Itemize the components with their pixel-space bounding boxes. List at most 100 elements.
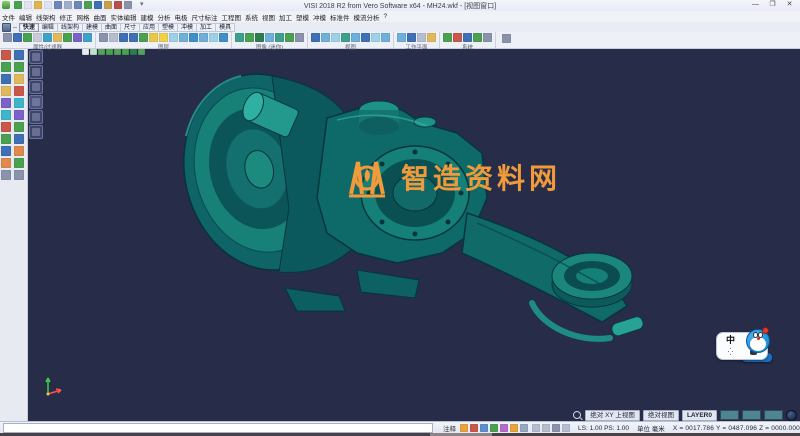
quick-access-icon[interactable] — [74, 1, 82, 9]
tool-icon[interactable] — [189, 33, 198, 42]
tool-icon[interactable] — [397, 33, 406, 42]
tool-icon[interactable] — [23, 33, 32, 42]
tool-icon[interactable] — [139, 33, 148, 42]
tool-icon[interactable] — [99, 33, 108, 42]
tool-icon[interactable] — [14, 74, 24, 84]
tool-icon[interactable] — [427, 33, 436, 42]
viewport-tool-icon[interactable] — [29, 125, 43, 139]
tool-icon[interactable] — [285, 33, 294, 42]
menu-item[interactable]: 标准件 — [328, 12, 352, 22]
menu-item[interactable]: 冲模 — [311, 12, 328, 22]
viewport-3d[interactable]: 智造资料网 — [27, 48, 800, 421]
view-toggle-icon[interactable] — [532, 424, 541, 432]
tool-icon[interactable] — [119, 33, 128, 42]
menu-item[interactable]: 系统 — [243, 12, 260, 22]
quick-access-icon[interactable] — [124, 1, 132, 9]
tool-icon[interactable] — [109, 33, 118, 42]
ribbon-tab[interactable]: 应用 — [140, 22, 160, 32]
menu-item[interactable]: 网格 — [75, 12, 92, 22]
snap-icon[interactable] — [470, 424, 479, 432]
tool-icon[interactable] — [407, 33, 416, 42]
tool-icon[interactable] — [1, 146, 11, 156]
tool-icon[interactable] — [83, 33, 92, 42]
ribbon-tab[interactable]: 冲模 — [178, 22, 198, 32]
quick-access-icon[interactable] — [114, 1, 122, 9]
tool-icon[interactable] — [235, 33, 244, 42]
menu-item[interactable]: 实体编辑 — [109, 12, 139, 22]
tool-icon[interactable] — [1, 50, 11, 60]
quick-access-icon[interactable] — [14, 1, 22, 9]
menu-item[interactable]: 编辑 — [17, 12, 34, 22]
viewport-tool-icon[interactable] — [29, 50, 43, 64]
tool-icon[interactable] — [361, 33, 370, 42]
tool-icon[interactable] — [129, 33, 138, 42]
ribbon-tab[interactable]: 线架构 — [57, 22, 83, 32]
tool-icon[interactable] — [219, 33, 228, 42]
printer-icon[interactable] — [502, 34, 511, 43]
tool-icon[interactable] — [255, 33, 264, 42]
ime-mode-indicator[interactable]: 中 — [726, 336, 735, 345]
tool-icon[interactable] — [13, 33, 22, 42]
snap-icon[interactable] — [520, 424, 529, 432]
tool-icon[interactable] — [341, 33, 350, 42]
tool-icon[interactable] — [275, 33, 284, 42]
tool-icon[interactable] — [159, 33, 168, 42]
tool-icon[interactable] — [1, 110, 11, 120]
tool-icon[interactable] — [73, 33, 82, 42]
tool-icon[interactable] — [14, 170, 24, 180]
ribbon-tab[interactable]: 模具 — [216, 22, 236, 32]
zoom-icon[interactable] — [573, 411, 582, 419]
snap-icon[interactable] — [480, 424, 489, 432]
snap-icon[interactable] — [490, 424, 499, 432]
view-toggle-icon[interactable] — [562, 424, 571, 432]
quick-access-icon[interactable] — [94, 1, 102, 9]
tool-icon[interactable] — [381, 33, 390, 42]
menu-item[interactable]: 模流分析 — [352, 12, 382, 22]
ribbon-tab[interactable]: 快速 — [18, 22, 39, 32]
ribbon-tab[interactable]: 曲面 — [101, 22, 121, 32]
tool-icon[interactable] — [14, 86, 24, 96]
tool-icon[interactable] — [1, 62, 11, 72]
tool-icon[interactable] — [1, 170, 11, 180]
view-toggle-icon[interactable] — [552, 424, 561, 432]
ime-menu-icon[interactable]: ⁛ — [728, 349, 734, 356]
color-swatch[interactable] — [764, 410, 783, 420]
viewport-tool-icon[interactable] — [29, 65, 43, 79]
tool-icon[interactable] — [53, 33, 62, 42]
menu-item[interactable]: 电极 — [173, 12, 190, 22]
menu-item[interactable]: 线架构 — [34, 12, 58, 22]
tool-icon[interactable] — [463, 33, 472, 42]
menu-item[interactable]: 工程图 — [220, 12, 244, 22]
close-button[interactable]: ✕ — [781, 0, 798, 10]
ribbon-tab[interactable]: 加工 — [197, 22, 217, 32]
tool-icon[interactable] — [169, 33, 178, 42]
viewport-tool-icon[interactable] — [29, 110, 43, 124]
quick-access-icon[interactable] — [54, 1, 62, 9]
maximize-button[interactable]: ❐ — [764, 0, 781, 10]
menu-item[interactable]: 分析 — [156, 12, 173, 22]
tool-icon[interactable] — [149, 33, 158, 42]
tool-icon[interactable] — [14, 134, 24, 144]
tool-icon[interactable] — [483, 33, 492, 42]
menu-item[interactable]: 文件 — [0, 12, 17, 22]
tool-icon[interactable] — [14, 98, 24, 108]
menu-item[interactable]: 视图 — [260, 12, 277, 22]
tool-icon[interactable] — [417, 33, 426, 42]
viewport-tool-icon[interactable] — [29, 80, 43, 94]
tool-icon[interactable] — [295, 33, 304, 42]
active-layer[interactable]: LAYER0 — [681, 409, 717, 421]
quick-access-icon[interactable] — [64, 1, 72, 9]
workspace-grid-icon[interactable] — [2, 22, 11, 32]
tool-icon[interactable] — [1, 122, 11, 132]
tool-icon[interactable] — [1, 134, 11, 144]
tool-icon[interactable] — [14, 50, 24, 60]
tool-icon[interactable] — [245, 33, 254, 42]
quick-access-more-icon[interactable]: ▾ — [140, 0, 144, 8]
menu-item[interactable]: 修正 — [58, 12, 75, 22]
tool-icon[interactable] — [14, 110, 24, 120]
tool-icon[interactable] — [265, 33, 274, 42]
tool-icon[interactable] — [443, 33, 452, 42]
menu-item[interactable]: 塑模 — [294, 12, 311, 22]
menu-item[interactable]: 加工 — [277, 12, 294, 22]
color-swatch[interactable] — [742, 410, 761, 420]
